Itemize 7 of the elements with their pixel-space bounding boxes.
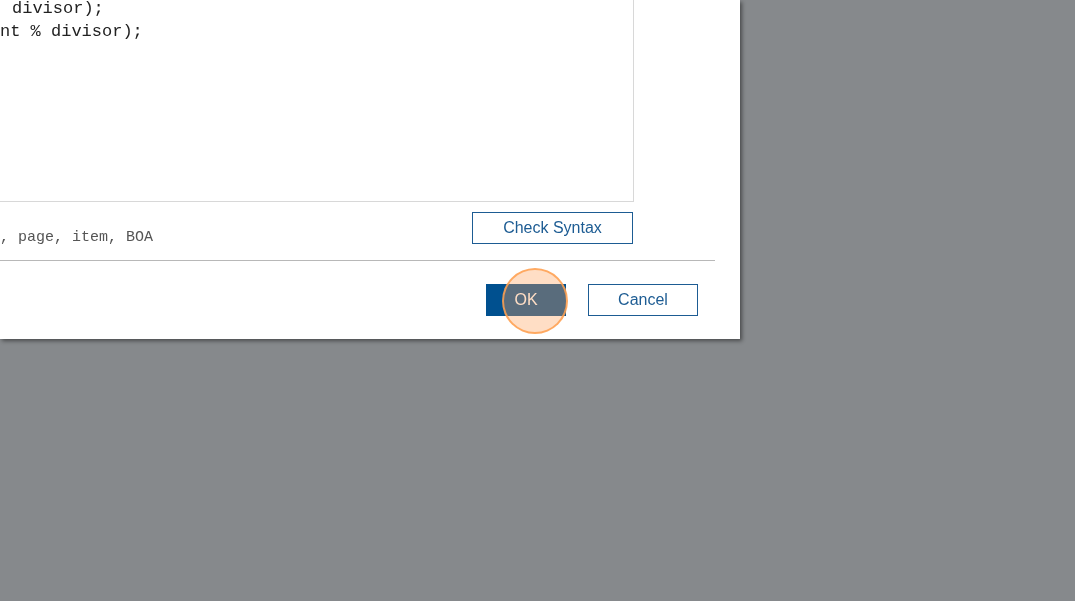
- code-line: divisor);: [11, 0, 104, 19]
- hint-text: , page, item, BOA: [0, 229, 154, 246]
- code-line: nt % divisor);: [0, 21, 143, 43]
- ok-button[interactable]: OK: [486, 284, 566, 316]
- cancel-button[interactable]: Cancel: [588, 284, 698, 316]
- code-editor[interactable]: divisor); nt % divisor);: [0, 0, 634, 202]
- check-syntax-button[interactable]: Check Syntax: [472, 212, 633, 244]
